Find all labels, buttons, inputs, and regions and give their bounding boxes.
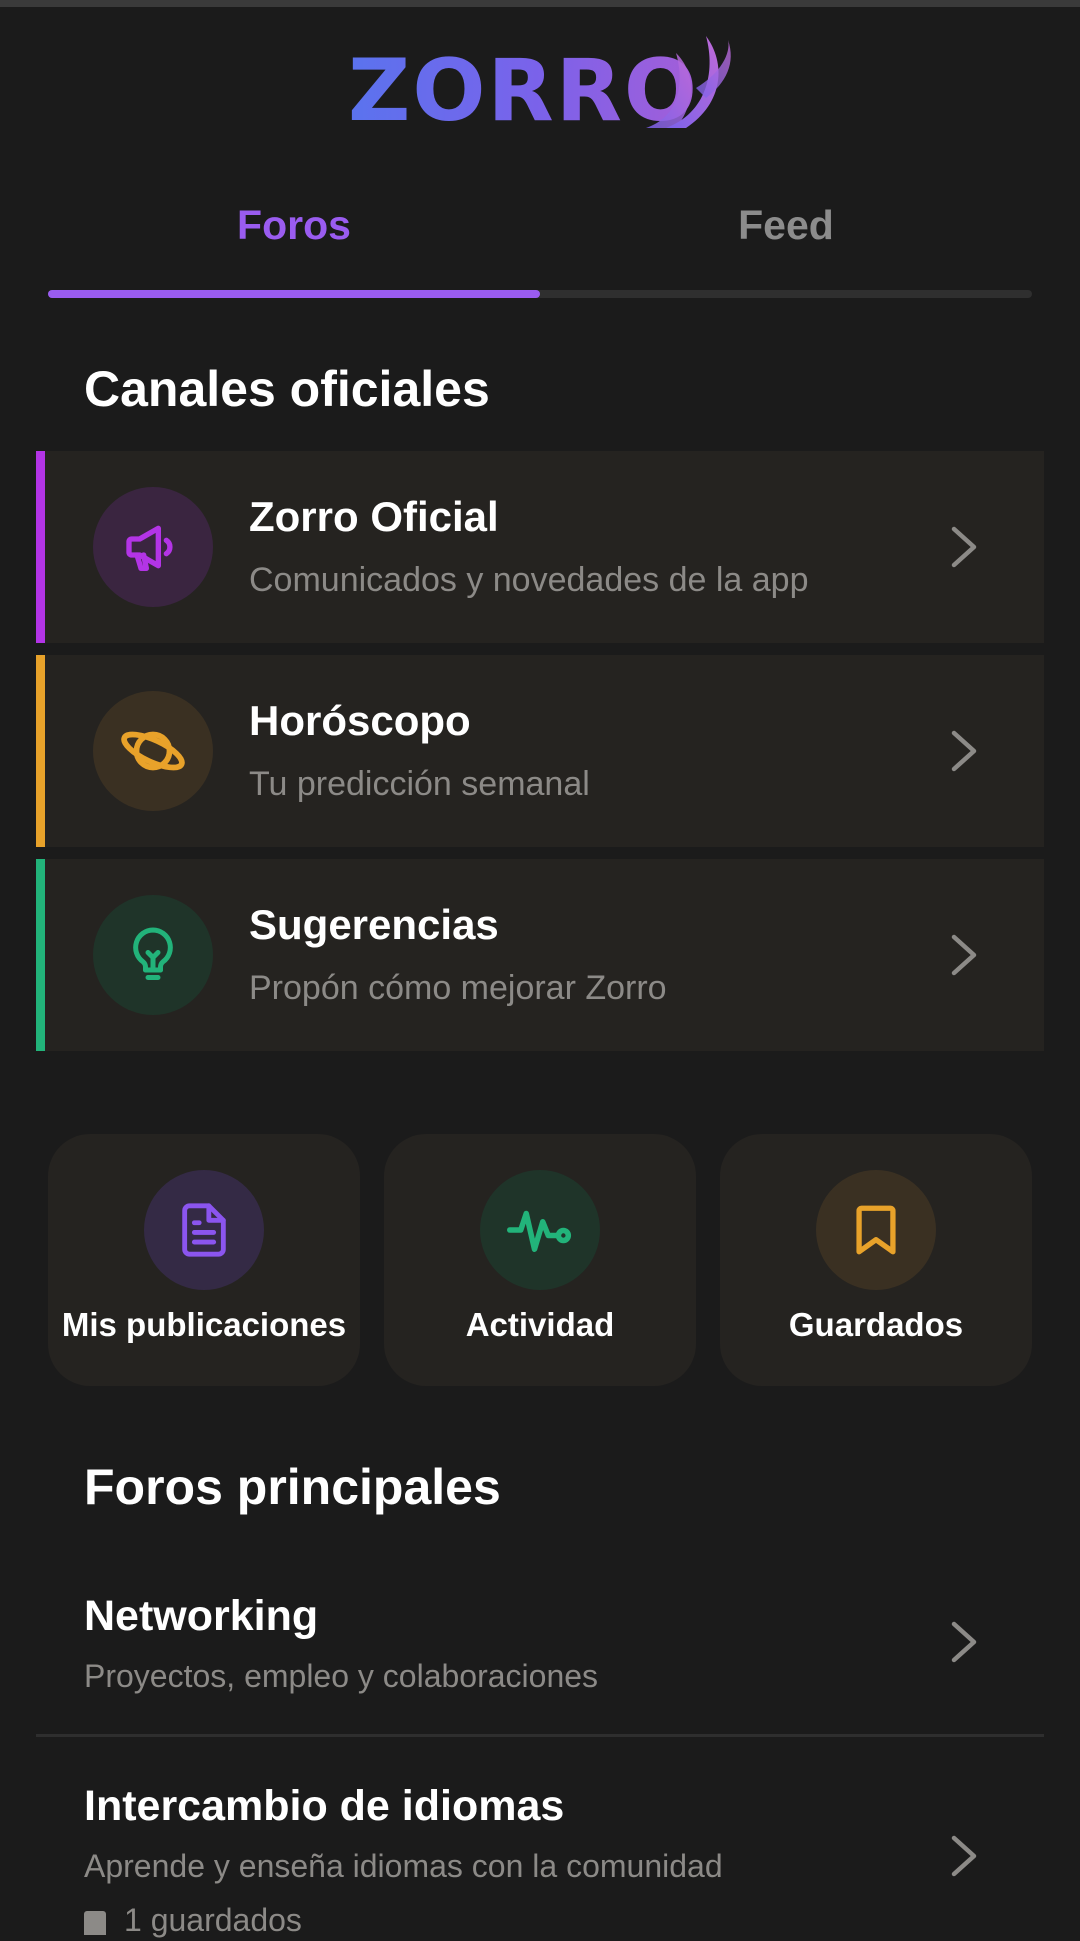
channel-accent-bar (36, 655, 45, 847)
chevron-right-icon (951, 730, 977, 772)
forum-title: Networking (84, 1592, 319, 1640)
chevron-right-icon (951, 1835, 977, 1877)
section-title-official: Canales oficiales (84, 361, 490, 417)
tab-foros[interactable]: Foros (48, 180, 540, 270)
fox-tail-icon (646, 36, 731, 128)
quick-action-label: Actividad (465, 1306, 615, 1343)
tab-active-indicator (48, 290, 540, 298)
saved-count-text: 1 guardados (124, 1902, 302, 1938)
channel-title: Zorro Oficial (249, 493, 499, 540)
forum-intercambio-de-idiomas[interactable]: Intercambio de idiomas Aprende y enseña … (36, 1766, 1044, 1941)
status-divider (0, 0, 1080, 7)
app-logo: ZORRO (340, 28, 740, 138)
channel-sugerencias[interactable]: Sugerencias Propón cómo mejorar Zorro (36, 859, 1044, 1051)
chevron-right-icon (951, 526, 977, 568)
tab-bar: Foros Feed (48, 180, 1032, 300)
bookmark-small-icon (84, 1911, 106, 1935)
quick-action-label: Mis publicaciones (61, 1306, 347, 1343)
chevron-right-icon (951, 1621, 977, 1663)
channel-horoscopo[interactable]: Horóscopo Tu predicción semanal (36, 655, 1044, 847)
quick-action-guardados[interactable]: Guardados (720, 1134, 1032, 1386)
channel-title: Sugerencias (249, 901, 499, 948)
forum-subtitle: Aprende y enseña idiomas con la comunida… (84, 1848, 723, 1884)
channel-title: Horóscopo (249, 697, 471, 744)
activity-icon (480, 1170, 600, 1290)
lightbulb-icon (93, 895, 213, 1015)
document-icon (144, 1170, 264, 1290)
forum-title: Intercambio de idiomas (84, 1782, 565, 1830)
channel-subtitle: Propón cómo mejorar Zorro (249, 969, 667, 1007)
channel-accent-bar (36, 859, 45, 1051)
tab-feed[interactable]: Feed (540, 180, 1032, 270)
quick-action-mis-publicaciones[interactable]: Mis publicaciones (48, 1134, 360, 1386)
channel-subtitle: Comunicados y novedades de la app (249, 561, 809, 599)
quick-action-actividad[interactable]: Actividad (384, 1134, 696, 1386)
section-title-main-forums: Foros principales (84, 1459, 501, 1515)
megaphone-icon (93, 487, 213, 607)
quick-action-label: Guardados (788, 1306, 964, 1343)
saved-count: 1 guardados (84, 1902, 302, 1939)
forum-subtitle: Proyectos, empleo y colaboraciones (84, 1658, 599, 1694)
planet-icon (93, 691, 213, 811)
channel-accent-bar (36, 451, 45, 643)
chevron-right-icon (951, 934, 977, 976)
forum-networking[interactable]: Networking Proyectos, empleo y colaborac… (36, 1576, 1044, 1736)
bookmark-icon (816, 1170, 936, 1290)
channel-subtitle: Tu predicción semanal (249, 765, 590, 803)
channel-zorro-oficial[interactable]: Zorro Oficial Comunicados y novedades de… (36, 451, 1044, 643)
forum-divider (36, 1734, 1044, 1737)
